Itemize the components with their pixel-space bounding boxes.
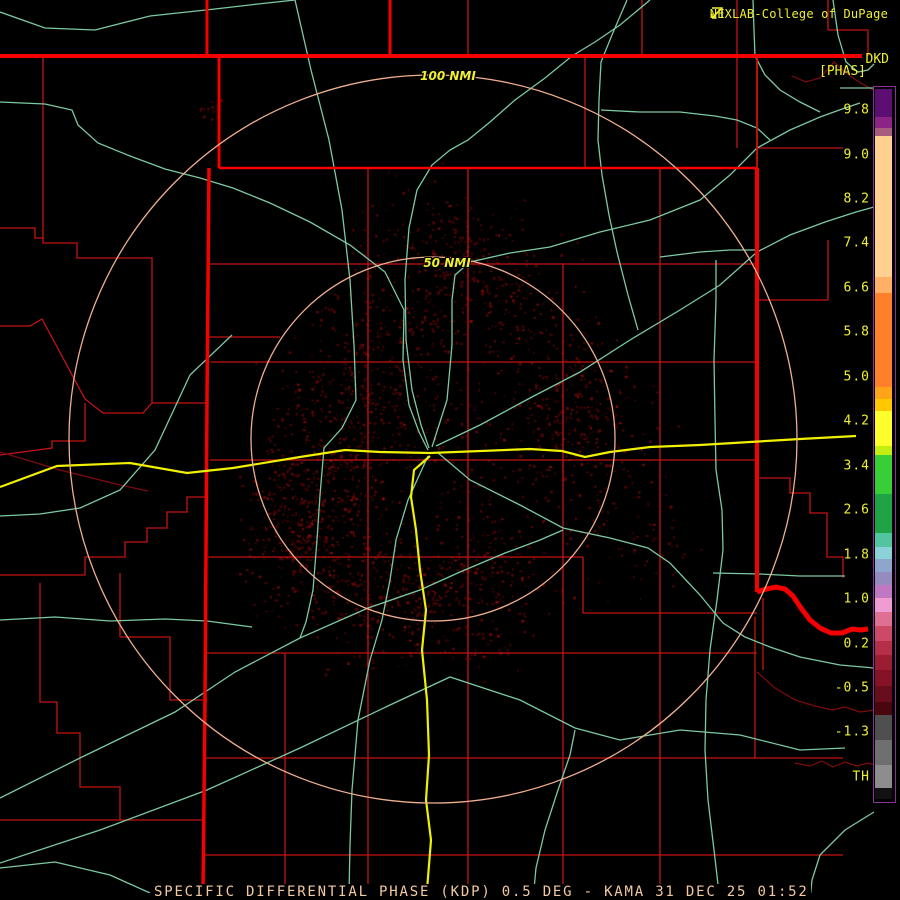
color-scale-segment — [875, 655, 892, 670]
color-scale-segment — [875, 686, 892, 702]
color-scale-segment — [875, 559, 892, 572]
color-scale-tick-label: 7.4 — [843, 235, 870, 251]
color-scale-segment — [875, 293, 892, 387]
product-units-label: [PHAS] — [819, 64, 866, 79]
color-scale-segment — [875, 598, 892, 612]
color-scale-segment — [875, 277, 892, 293]
color-scale-tick-label: 1.0 — [843, 591, 870, 607]
site-header: NEXLAB-College of DuPage — [710, 7, 888, 21]
color-scale-segment — [875, 612, 892, 626]
color-scale-segment — [875, 715, 892, 740]
color-scale-segment — [875, 387, 892, 399]
county-lines — [0, 0, 869, 893]
color-scale-segment — [875, 585, 892, 598]
color-scale-segment — [875, 740, 892, 765]
color-scale-tick-label: 8.2 — [843, 191, 870, 207]
state-border-lines — [0, 0, 869, 894]
color-scale-tick-label: 9.0 — [843, 147, 870, 163]
radar-viewer: NEXLAB-College of DuPage DKD [PHAS] 9.8 9… — [0, 0, 900, 900]
color-scale-segment — [875, 136, 892, 277]
color-scale-tick-label: 3.4 — [843, 458, 870, 474]
color-scale-segment — [875, 533, 892, 547]
color-scale-segment — [875, 547, 892, 559]
color-scale-tick-label: 9.8 — [843, 102, 870, 118]
range-ring-label-50nmi: 50 NMI — [423, 256, 471, 270]
corner-arrow-icon — [710, 7, 723, 19]
color-scale-segment — [875, 117, 892, 128]
map-layer — [0, 0, 875, 900]
highway-lines — [0, 0, 875, 900]
color-scale-segment — [875, 89, 892, 117]
color-scale-segment — [875, 572, 892, 585]
color-scale-segment — [875, 411, 892, 446]
color-scale-segment — [875, 788, 892, 799]
color-scale-tick-label: 5.8 — [843, 324, 870, 340]
color-scale-tick-label: 1.8 — [843, 547, 870, 563]
color-scale-tick-label: 6.6 — [843, 280, 870, 296]
color-scale-segment — [875, 765, 892, 788]
color-scale-tick-label: -1.3 — [834, 724, 870, 740]
product-code-label: DKD — [865, 52, 889, 67]
color-scale-tick-label: -0.5 — [834, 680, 870, 696]
color-scale-segment — [875, 455, 892, 494]
color-scale-segment — [875, 670, 892, 686]
color-scale-segment — [875, 446, 892, 455]
color-scale-segment — [875, 494, 892, 533]
page-title[interactable]: NEXLAB-College of DuPage — [710, 7, 888, 21]
range-ring-label-100nmi: 100 NMI — [420, 69, 476, 83]
color-scale-segment — [875, 641, 892, 655]
color-scale-tick-label: 4.2 — [843, 413, 870, 429]
color-scale-segment — [875, 702, 892, 715]
range-rings — [68, 74, 798, 804]
color-scale-tick-label: 2.6 — [843, 502, 870, 518]
color-scale-segment — [875, 128, 892, 136]
color-scale-bar — [873, 86, 896, 803]
color-scale-segment — [875, 399, 892, 411]
color-scale-tick-label: TH — [852, 769, 870, 785]
interstate-lines — [0, 434, 857, 891]
status-caption: SPECIFIC DIFFERENTIAL PHASE (KDP) 0.5 DE… — [152, 884, 811, 900]
color-scale-segment — [875, 626, 892, 641]
color-scale-tick-label: 5.0 — [843, 369, 870, 385]
color-scale-tick-label: 0.2 — [843, 636, 870, 652]
